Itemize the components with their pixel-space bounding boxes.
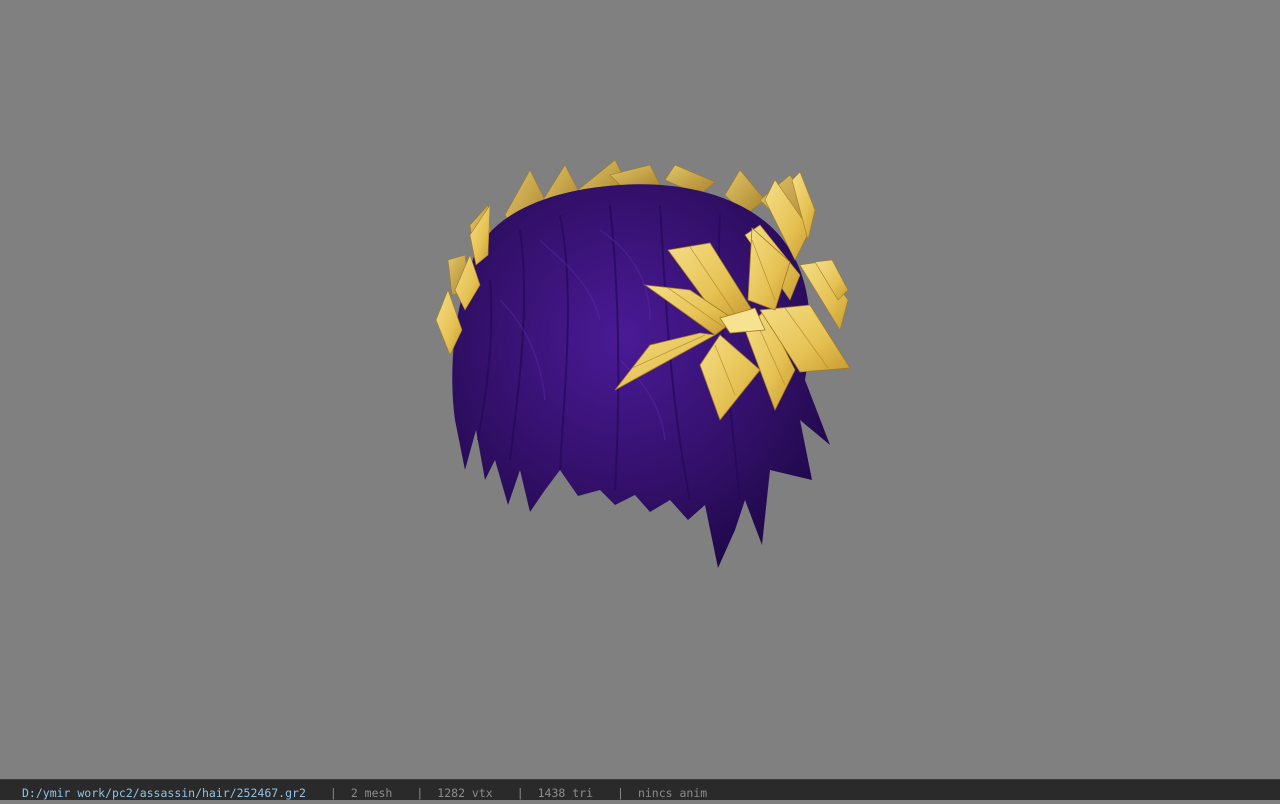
status-separator: | bbox=[416, 785, 424, 800]
status-mesh-count: 2 mesh bbox=[350, 785, 393, 800]
status-separator: | bbox=[516, 785, 524, 800]
status-animation: nincs anim bbox=[637, 785, 708, 800]
3d-viewport[interactable] bbox=[0, 0, 1280, 779]
status-file-path: D:/ymir work/pc2/assassin/hair/252467.gr… bbox=[22, 785, 306, 800]
status-bar: D:/ymir work/pc2/assassin/hair/252467.gr… bbox=[0, 779, 1280, 800]
status-vertex-count: 1282 vtx bbox=[437, 785, 493, 800]
hair-model-render bbox=[435, 159, 851, 568]
status-separator: | bbox=[617, 785, 624, 800]
status-separator: | bbox=[329, 785, 337, 800]
status-triangle-count: 1438 tri bbox=[537, 785, 594, 800]
